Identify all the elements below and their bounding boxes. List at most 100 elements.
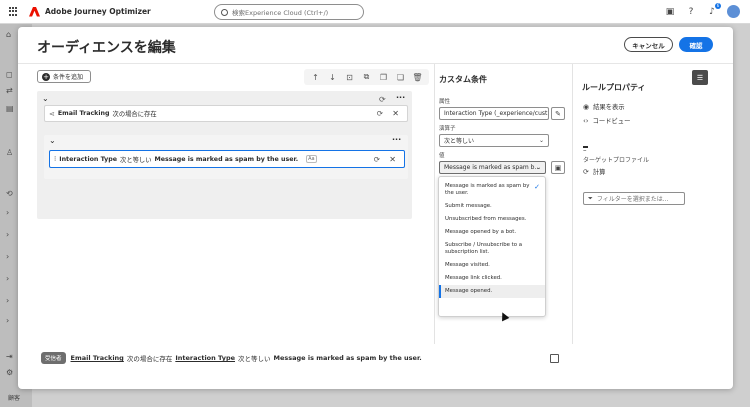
dropdown-option[interactable]: Unsubscribed from messages. bbox=[439, 213, 545, 226]
more-icon[interactable]: ··· bbox=[396, 93, 405, 102]
drag-handle-icon[interactable]: ⁞ bbox=[54, 155, 56, 163]
summary-badge: 受信者 bbox=[41, 352, 66, 364]
properties-toggle-icon[interactable]: ☰ bbox=[692, 70, 708, 85]
option-label: Message visited. bbox=[445, 262, 490, 268]
login-icon[interactable]: ⇥ bbox=[6, 352, 13, 361]
more-icon[interactable]: ··· bbox=[392, 135, 401, 144]
search-input[interactable]: 検索Experience Cloud (Ctrl+/) bbox=[214, 4, 364, 20]
operator-value: 次と等しい bbox=[444, 138, 475, 145]
edit-attribute-icon[interactable]: ✎ bbox=[551, 107, 565, 120]
copy-icon[interactable] bbox=[550, 354, 559, 363]
condition-row[interactable]: ⁞ Interaction Type 次と等しい Message is mark… bbox=[49, 150, 405, 168]
summary-field-link[interactable]: Interaction Type bbox=[175, 354, 235, 362]
top-bar: Adobe Journey Optimizer 検索Experience Clo… bbox=[0, 0, 750, 24]
show-results-label: 結果を表示 bbox=[593, 104, 625, 111]
search-placeholder: 検索Experience Cloud (Ctrl+/) bbox=[232, 9, 329, 17]
copy-icon[interactable]: ❐ bbox=[375, 70, 392, 84]
chevron-right-icon[interactable]: › bbox=[6, 208, 9, 217]
chevron-down-icon[interactable]: ⌄ bbox=[42, 94, 49, 103]
move-down-icon[interactable]: ↓ bbox=[324, 70, 341, 84]
show-results-link[interactable]: ◉ 結果を表示 bbox=[583, 102, 625, 112]
summary-exists: 次の場合に存在 bbox=[126, 355, 173, 363]
rule-properties-panel: ルールプロパティ ◉ 結果を表示 ‹› コードビュー – ターゲットプロファイル… bbox=[575, 64, 733, 344]
option-label: Message opened. bbox=[445, 288, 493, 294]
flow-icon[interactable]: ⇄ bbox=[6, 86, 13, 95]
segment-icon[interactable]: ⟲ bbox=[6, 189, 13, 198]
dropdown-option[interactable]: Submit message. bbox=[439, 200, 545, 213]
value-label: 値 bbox=[439, 153, 445, 159]
search-icon bbox=[221, 8, 228, 16]
custom-condition-title: カスタム条件 bbox=[439, 75, 487, 84]
settings-icon[interactable]: ⚙ bbox=[6, 368, 13, 377]
chevron-right-icon[interactable]: › bbox=[6, 296, 9, 305]
condition-group: ⌄ ⟳ ··· ⋖ Email Tracking 次の場合に存在 ⟳ ✕ ⌄ ·… bbox=[37, 91, 412, 219]
close-icon[interactable]: ✕ bbox=[392, 109, 399, 118]
event-row[interactable]: ⋖ Email Tracking 次の場合に存在 ⟳ ✕ bbox=[44, 105, 408, 122]
value-dropdown-menu: Message is marked as spam by the user. ✓… bbox=[438, 176, 546, 317]
target-profile-label: ターゲットプロファイル bbox=[583, 157, 650, 164]
filter-select[interactable]: ⏷ フィルターを選択または... bbox=[583, 192, 685, 205]
move-up-icon[interactable]: ↑ bbox=[307, 70, 324, 84]
header-icons: ▣ ? ♪ 6 bbox=[664, 2, 740, 18]
option-label: Submit message. bbox=[445, 203, 492, 209]
dropdown-option[interactable]: Message visited. bbox=[439, 259, 545, 272]
duplicate-icon[interactable]: ❏ bbox=[392, 70, 409, 84]
home-icon[interactable]: ⌂ bbox=[6, 30, 11, 39]
option-label: Subscribe / Unsubscribe to a subscriptio… bbox=[445, 242, 523, 255]
app-title: Adobe Journey Optimizer bbox=[45, 7, 151, 16]
attribute-field[interactable]: Interaction Type (_experience/cust... bbox=[439, 107, 549, 120]
value-select[interactable]: Message is marked as spam b... ⌄ bbox=[439, 161, 546, 174]
avatar[interactable] bbox=[727, 5, 740, 18]
cancel-button[interactable]: キャンセル bbox=[624, 37, 673, 52]
journey-icon[interactable]: ◻ bbox=[6, 70, 13, 79]
checkmark-icon: ✓ bbox=[534, 183, 540, 191]
chevron-right-icon[interactable]: › bbox=[6, 316, 9, 325]
help-icon[interactable]: ? bbox=[685, 6, 697, 18]
condition-field: Interaction Type bbox=[59, 155, 118, 163]
divider bbox=[572, 64, 573, 344]
calculate-label: 計算 bbox=[592, 169, 606, 176]
delete-icon[interactable]: 🗑 bbox=[409, 70, 426, 84]
dropdown-option[interactable]: Message opened. bbox=[439, 285, 545, 298]
case-sensitive-icon[interactable]: Aa bbox=[306, 155, 317, 163]
dropdown-option[interactable]: Message is marked as spam by the user. ✓ bbox=[439, 180, 545, 200]
value-text: Message is marked as spam b... bbox=[444, 164, 541, 171]
add-condition-label: 条件を追加 bbox=[53, 74, 84, 81]
ungroup-icon[interactable]: ⧉ bbox=[358, 70, 375, 84]
filter-placeholder: フィルターを選択または... bbox=[596, 196, 669, 203]
dropdown-option[interactable]: Message opened by a bot. bbox=[439, 226, 545, 239]
chevron-down-icon: ⌄ bbox=[535, 164, 541, 171]
people-icon[interactable]: ♙ bbox=[6, 148, 13, 157]
chevron-right-icon[interactable]: › bbox=[6, 252, 9, 261]
content-icon[interactable]: ▤ bbox=[6, 104, 14, 113]
refresh-icon[interactable]: ⟳ bbox=[379, 95, 386, 104]
add-condition-button[interactable]: + 条件を追加 bbox=[37, 70, 91, 83]
notification-icon[interactable]: ♪ 6 bbox=[706, 2, 721, 18]
close-icon[interactable]: ✕ bbox=[389, 155, 396, 164]
confirm-button[interactable]: 確認 bbox=[679, 37, 713, 52]
code-view-link[interactable]: ‹› コードビュー bbox=[583, 116, 630, 126]
app-switcher-icon[interactable] bbox=[9, 6, 19, 17]
event-name: Email Tracking bbox=[57, 110, 110, 117]
chevron-right-icon[interactable]: › bbox=[6, 230, 9, 239]
canvas-toolbar: ↑ ↓ ⊡ ⧉ ❐ ❏ 🗑 bbox=[304, 69, 429, 85]
summary-event-link[interactable]: Email Tracking bbox=[71, 354, 124, 362]
operator-select[interactable]: 次と等しい ⌄ bbox=[439, 134, 549, 147]
page-title: オーディエンスを編集 bbox=[37, 40, 176, 56]
condition-value: Message is marked as spam by the user. bbox=[154, 155, 299, 163]
dropdown-option[interactable]: Message link clicked. bbox=[439, 272, 545, 285]
dropdown-option[interactable]: Subscribe / Unsubscribe to a subscriptio… bbox=[439, 239, 545, 259]
option-label: Message opened by a bot. bbox=[445, 229, 517, 235]
attribute-label: 属性 bbox=[439, 99, 451, 105]
chat-icon[interactable]: ▣ bbox=[664, 6, 676, 18]
calculate-button[interactable]: ⟳ 計算 bbox=[583, 167, 606, 177]
refresh-icon[interactable]: ⟳ bbox=[377, 109, 383, 118]
chevron-right-icon[interactable]: › bbox=[6, 274, 9, 283]
group-icon[interactable]: ⊡ bbox=[341, 70, 358, 84]
eye-icon: ◉ bbox=[583, 102, 590, 111]
summary-value: Message is marked as spam by the user. bbox=[273, 354, 422, 362]
notification-count: 6 bbox=[715, 2, 721, 9]
value-picker-icon[interactable]: ▣ bbox=[551, 161, 565, 174]
chevron-down-icon[interactable]: ⌄ bbox=[49, 136, 56, 145]
refresh-icon[interactable]: ⟳ bbox=[374, 155, 380, 164]
